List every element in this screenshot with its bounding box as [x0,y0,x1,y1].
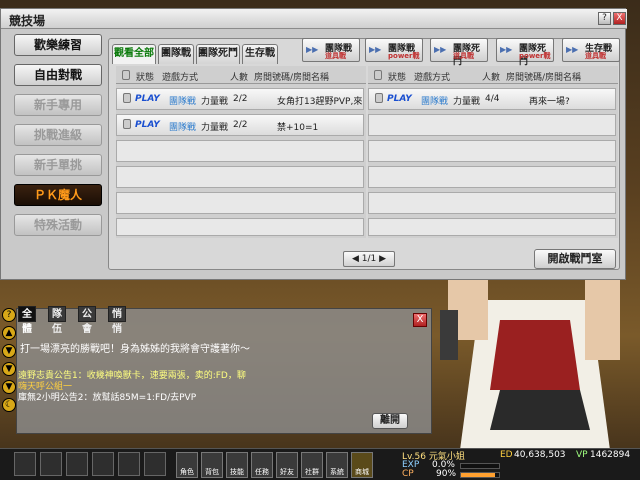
menu-skill-icon[interactable]: 技能 [226,452,248,478]
side-btn-5[interactable]: ＰＫ魔人 [14,184,102,206]
arena-side-menu: 歡樂練習 自由對戰 新手專用 挑戰進級 新手單挑 ＰＫ魔人 特殊活動 [14,34,102,244]
mode-btn-3[interactable]: ▶▶ 團隊死鬥 power戰 [496,38,554,67]
empty-row [116,140,364,162]
fast-forward-icon: ▶▶ [500,45,513,54]
empty-row [368,166,616,188]
tab-team-deathmatch[interactable]: 團隊死鬥 [196,44,240,64]
empty-row [368,192,616,214]
quick-slot[interactable] [144,452,166,476]
ed-label: ED [500,450,513,460]
menu-community-icon[interactable]: 社群 [301,452,323,478]
close-chat-button[interactable]: X [413,313,427,327]
lock-icon [123,93,131,103]
tab-survival[interactable]: 生存戰 [242,44,278,64]
quick-slot[interactable] [92,452,114,476]
empty-row [116,166,364,188]
room-list-left: 狀態 遊戲方式 人數 房間號碼/房間名稱 PLAY 團隊戰 力量戰 2/2 女角… [116,66,366,238]
side-btn-6[interactable]: 特殊活動 [14,214,102,236]
chat-tab-party[interactable]: 隊伍 [48,306,66,335]
help-icon[interactable]: ? [2,308,16,322]
up-arrow-icon[interactable]: ▲ [2,326,16,340]
room-row[interactable]: PLAY 團隊戰 力量戰 2/2 禁+10=1 [116,114,364,136]
room-row[interactable]: PLAY 團隊戰 力量戰 2/2 女角打13趕野PVP,來喔 [116,88,364,110]
arena-title: 競技場 [9,14,46,28]
down-arrow-icon[interactable]: ▼ [2,344,16,358]
open-room-button[interactable]: 開啟戰鬥室 [534,249,616,269]
fast-forward-icon: ▶▶ [306,45,319,54]
menu-bag-icon[interactable]: 背包 [201,452,223,478]
tab-team[interactable]: 團隊戰 [158,44,194,64]
side-btn-4[interactable]: 新手單挑 [14,154,102,176]
chat-tab-all[interactable]: 全體 [18,306,36,335]
side-btn-3[interactable]: 挑戰進級 [14,124,102,146]
left-quick-icons: ? ▲ ▼ ▼ ▼ ☾ [2,308,18,416]
cp-value: 90% [436,469,457,479]
quick-slot[interactable] [118,452,140,476]
leave-button[interactable]: 離開 [372,413,408,429]
cp-label: CP [402,469,414,479]
close-arena-button[interactable]: X [613,12,626,25]
menu-quest-icon[interactable]: 任務 [251,452,273,478]
list-header: 狀態 遊戲方式 人數 房間號碼/房間名稱 [368,66,618,84]
exp-gauge [460,463,500,469]
menu-system-icon[interactable]: 系統 [326,452,348,478]
empty-row [116,218,364,236]
mode-btn-1[interactable]: ▶▶ 團隊戰 power戰 [365,38,423,62]
lock-icon [374,70,382,80]
help-button[interactable]: ? [598,12,611,25]
menu-friend-icon[interactable]: 好友 [276,452,298,478]
side-btn-0[interactable]: 歡樂練習 [14,34,102,56]
arena-title-bar: 競技場 ? X [1,9,627,29]
menu-character-icon[interactable]: 角色 [176,452,198,478]
tab-all[interactable]: 觀看全部 [112,44,156,64]
quick-slot[interactable] [66,452,88,476]
vp-value: 1462894 [590,450,631,460]
npc-character [440,270,620,450]
lock-icon [123,119,131,129]
list-header: 狀態 遊戲方式 人數 房間號碼/房間名稱 [116,66,366,84]
fast-forward-icon: ▶▶ [434,45,447,54]
fast-forward-icon: ▶▶ [566,45,579,54]
empty-row [368,218,616,236]
empty-row [116,192,364,214]
lock-icon [122,70,130,80]
fast-forward-icon: ▶▶ [369,45,382,54]
side-btn-2[interactable]: 新手專用 [14,94,102,116]
chat-line: 庫無2小明公告2：放幫話85M=1:FD/去PVP [18,393,197,403]
quick-slot[interactable] [14,452,36,476]
vp-label: VP [576,450,588,460]
empty-row [368,140,616,162]
cp-fill [461,473,496,477]
room-list-right: 狀態 遊戲方式 人數 房間號碼/房間名稱 PLAY 團隊戰 力量戰 4/4 再來… [368,66,618,238]
down-arrow-icon[interactable]: ▼ [2,362,16,376]
room-row[interactable]: PLAY 團隊戰 力量戰 4/4 再來一場? [368,88,616,110]
ed-value: 40,638,503 [514,450,566,460]
chat-tab-guild[interactable]: 公會 [78,306,96,335]
npc-message: 打一場漂亮的勝戰吧！身為姊姊的我將會守護著你～ [20,344,250,355]
mode-btn-0[interactable]: ▶▶ 團隊戰 道具戰 [302,38,360,62]
mode-btn-4[interactable]: ▶▶ 生存戰 道具戰 [562,38,620,62]
side-btn-1[interactable]: 自由對戰 [14,64,102,86]
page-indicator[interactable]: ◀ 1/1 ▶ [343,251,395,267]
moon-icon[interactable]: ☾ [2,398,16,412]
cp-gauge [460,472,500,478]
down-arrow-icon[interactable]: ▼ [2,380,16,394]
chat-tab-whisper[interactable]: 悄悄 [108,306,126,335]
quick-slot[interactable] [40,452,62,476]
empty-row [368,114,616,136]
mode-btn-2[interactable]: ▶▶ 團隊死鬥 道具戰 [430,38,488,67]
menu-mall-icon[interactable]: 商城 [351,452,373,478]
lock-icon [375,93,383,103]
